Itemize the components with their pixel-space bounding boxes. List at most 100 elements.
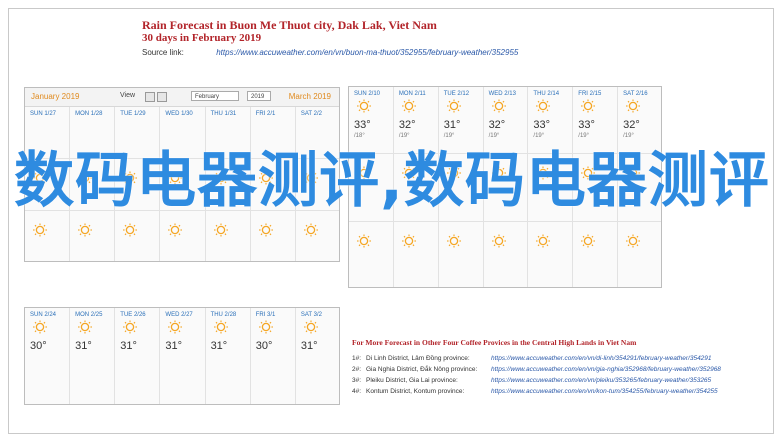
calendar-day-cell[interactable]: SAT 3/2 31° [296, 308, 339, 404]
calendar-day-cell[interactable] [25, 211, 71, 261]
low-temp: /19° [443, 133, 455, 139]
low-temp: /19° [398, 133, 410, 139]
sun-icon [581, 99, 596, 113]
day-label: SAT 2/2 [300, 111, 322, 117]
day-label: MON 2/11 [398, 91, 426, 97]
calendar-day-cell[interactable]: TUE 2/26 31° [115, 308, 161, 404]
year-select[interactable]: 2019 [247, 91, 271, 101]
high-temp: 31° [210, 340, 228, 352]
district-name: Gia Nghia District, Đắk Nông province: [366, 366, 478, 373]
calendar-nav-bar: January 2019 View February 2019 March 20… [25, 88, 339, 107]
day-label: THU 2/14 [533, 91, 560, 97]
row-number: 4#: [352, 388, 362, 395]
day-label: THU 2/28 [210, 312, 237, 318]
view-list-icon[interactable] [157, 92, 167, 102]
month-select[interactable]: February [191, 91, 239, 101]
row-number: 2#: [352, 366, 362, 373]
watermark-overlay: 数码电器测评,数码电器测评 [14, 146, 770, 216]
high-temp: 32° [488, 119, 506, 131]
forecast-title: Rain Forecast in Buon Me Thuot city, Dak… [142, 18, 437, 32]
calendar-day-cell[interactable]: MON 2/11 32° /19° [393, 87, 439, 155]
sun-icon [168, 320, 183, 334]
sun-icon [168, 223, 183, 237]
view-label: View [120, 92, 136, 99]
sun-icon [581, 234, 596, 248]
calendar-day-cell[interactable] [573, 221, 619, 287]
calendar-day-cell[interactable] [394, 221, 439, 287]
source-line: Source link: https://www.accuweather.com… [142, 47, 662, 58]
low-temp: /19° [488, 133, 500, 139]
source-link[interactable]: https://www.accuweather.com/en/vn/buon-m… [216, 48, 518, 57]
sun-icon [33, 320, 47, 334]
calendar-end-february: SUN 2/24 30° MON 2/25 31° TUE 2/26 31° WED 2/2… [24, 307, 340, 405]
calendar-day-cell[interactable]: SUN 2/24 30° [25, 308, 71, 404]
district-link[interactable]: https://www.accuweather.com/en/vn/di-lin… [491, 355, 712, 362]
sun-icon [626, 99, 641, 113]
high-temp: 33° [578, 119, 595, 131]
day-label: MON 1/28 [75, 111, 103, 117]
calendar-day-cell[interactable]: THU 2/28 31° [206, 308, 251, 404]
district-name: Di Linh District, Lâm Đồng province: [366, 355, 470, 362]
day-label: FRI 3/1 [255, 312, 276, 318]
calendar-day-cell[interactable]: FRI 2/15 33° /19° [573, 87, 619, 155]
calendar-day-cell[interactable]: WED 2/27 31° [160, 308, 206, 404]
sun-icon [401, 234, 416, 248]
more-forecast-section: For More Forecast in Other Four Coffee P… [352, 338, 772, 397]
calendar-day-cell[interactable]: SAT 2/16 32° /19° [618, 87, 661, 155]
sun-icon [626, 234, 641, 248]
day-label: TUE 2/12 [443, 91, 470, 97]
sun-icon [357, 234, 371, 248]
list-item: 1#: Di Linh District, Lâm Đồng province: h… [352, 353, 772, 364]
calendar-day-cell[interactable] [618, 222, 661, 287]
day-label: THU 1/31 [210, 111, 237, 117]
calendar-day-cell[interactable] [439, 221, 484, 287]
high-temp: 30° [255, 340, 273, 352]
calendar-day-cell[interactable] [70, 211, 116, 261]
calendar-day-cell[interactable]: FRI 3/1 30° [251, 308, 296, 404]
sun-icon [536, 99, 551, 113]
district-name: Kontum District, Kontum province: [366, 388, 465, 395]
row-number: 3#: [352, 377, 362, 384]
forecast-subtitle: 30 days in February 2019 [142, 32, 262, 44]
calendar-day-cell[interactable]: THU 2/14 33° /19° [528, 87, 574, 155]
high-temp: 33° [354, 119, 371, 131]
calendar-day-cell[interactable]: SUN 2/10 33° /18° [349, 87, 394, 155]
sun-icon [401, 99, 416, 113]
low-temp: /19° [623, 133, 634, 139]
district-link[interactable]: https://www.accuweather.com/en/vn/gia-ng… [491, 366, 721, 373]
low-temp: /18° [354, 133, 365, 139]
high-temp: 32° [623, 119, 640, 131]
sun-icon [258, 320, 273, 334]
district-link[interactable]: https://www.accuweather.com/en/vn/kon-tu… [491, 388, 718, 395]
district-link[interactable]: https://www.accuweather.com/en/vn/pleiku… [491, 377, 711, 384]
row-number: 1#: [352, 355, 362, 362]
high-temp: 31° [75, 340, 92, 352]
calendar-day-cell[interactable] [251, 211, 296, 261]
calendar-day-cell[interactable] [115, 211, 161, 261]
calendar-day-cell[interactable]: MON 2/25 31° [70, 308, 116, 404]
calendar-day-cell[interactable] [484, 221, 529, 287]
district-name: Pleiku District, Gia Lai province: [366, 377, 458, 384]
day-label: SUN 2/24 [30, 312, 57, 318]
sun-icon [491, 234, 506, 248]
day-label: WED 2/27 [165, 312, 193, 318]
calendar-day-cell[interactable] [528, 221, 574, 287]
day-label: SUN 1/27 [30, 111, 57, 117]
sun-icon [357, 99, 371, 113]
calendar-day-cell[interactable]: TUE 2/12 31° /19° [438, 87, 484, 155]
low-temp: /19° [533, 133, 545, 139]
calendar-day-cell[interactable] [296, 211, 339, 261]
day-label: FRI 2/1 [255, 111, 276, 117]
day-label: MON 2/25 [75, 312, 103, 318]
sun-icon [78, 320, 93, 334]
view-grid-icon[interactable] [145, 92, 155, 102]
more-forecast-title: For More Forecast in Other Four Coffee P… [352, 338, 637, 347]
sun-icon [33, 223, 47, 237]
calendar-day-cell[interactable]: WED 2/13 32° /19° [483, 87, 529, 155]
list-item: 4#: Kontum District, Kontum province: http… [352, 386, 772, 397]
next-month-link[interactable]: March 2019 [289, 92, 331, 101]
prev-month-link[interactable]: January 2019 [31, 92, 79, 101]
calendar-day-cell[interactable] [349, 221, 394, 287]
calendar-day-cell[interactable] [206, 211, 251, 261]
calendar-day-cell[interactable] [160, 211, 206, 261]
